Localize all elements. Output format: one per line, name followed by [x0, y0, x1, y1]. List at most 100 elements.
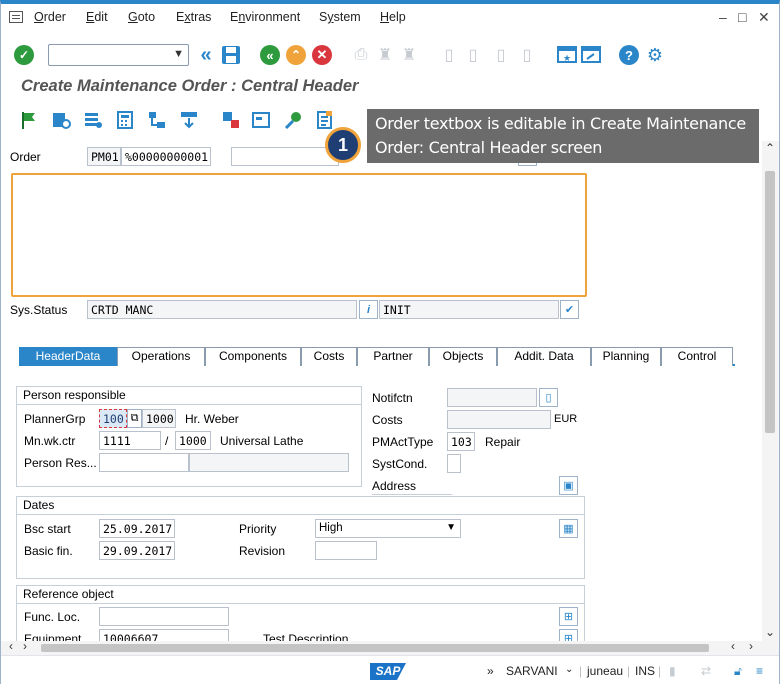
- download-icon[interactable]: [179, 110, 199, 130]
- equipment-structure-icon[interactable]: ⊞: [559, 629, 578, 641]
- revision-field[interactable]: [315, 541, 377, 560]
- settings-gear-icon[interactable]: ⚙: [645, 44, 665, 66]
- planner-grp-label: PlannerGrp: [24, 412, 86, 426]
- tab-components[interactable]: Components: [205, 347, 301, 366]
- release-settings-icon[interactable]: [51, 110, 71, 130]
- tab-operations[interactable]: Operations: [117, 347, 205, 366]
- sap-logo: SAP: [370, 663, 406, 680]
- system-name[interactable]: SARVANI: [506, 664, 558, 678]
- menu-edit[interactable]: Edit: [86, 10, 108, 24]
- shortcut-icon[interactable]: [581, 45, 601, 65]
- bsc-start-field[interactable]: 25.09.2017: [99, 519, 175, 538]
- tab-partner[interactable]: Partner: [357, 347, 429, 366]
- vertical-scroll-thumb[interactable]: [765, 171, 775, 433]
- layout-icon[interactable]: [251, 110, 271, 130]
- equipment-label: Equipment: [24, 632, 82, 641]
- connection-icon: ⇄: [701, 664, 712, 678]
- system-toolbar: ✓ ▼ « « ⌃ ✕ ⎙ ♜ ♜ ▯ ▯ ▯ ▯ ★ ? ⚙: [1, 38, 779, 72]
- vertical-scrollbar[interactable]: ⌃ ⌄: [762, 141, 779, 641]
- scroll-up-icon[interactable]: ⌃: [765, 141, 775, 155]
- scroll-down-icon[interactable]: ⌄: [765, 625, 775, 639]
- double-chevron-left-icon[interactable]: «: [197, 44, 215, 66]
- structure-icon[interactable]: [147, 110, 167, 130]
- syst-cond-field[interactable]: [447, 454, 461, 473]
- func-loc-field[interactable]: [99, 607, 229, 626]
- menu-environment[interactable]: Environment: [230, 10, 300, 24]
- equipment-field[interactable]: 10006607: [99, 629, 229, 641]
- help-icon[interactable]: ?: [619, 45, 639, 65]
- document-list-icon[interactable]: [315, 110, 335, 130]
- tab-headerdata[interactable]: HeaderData: [19, 347, 117, 366]
- create-session-icon[interactable]: ★: [557, 45, 577, 65]
- order-text-editor[interactable]: [11, 173, 587, 297]
- mn-wk-ctr-field[interactable]: 1111: [99, 431, 161, 450]
- copy-icon[interactable]: ⧉: [127, 409, 142, 428]
- chevron-down-icon: ▼: [446, 522, 456, 533]
- info-icon[interactable]: i: [359, 300, 378, 319]
- command-field[interactable]: ▼: [48, 44, 189, 66]
- scroll-right-icon[interactable]: ›: [749, 639, 753, 653]
- menu-goto[interactable]: Goto: [128, 10, 155, 24]
- mn-wk-ctr-plant-field[interactable]: 1000: [175, 431, 211, 450]
- menu-order[interactable]: Order: [34, 10, 66, 24]
- hierarchy-icon[interactable]: ⊞: [559, 607, 578, 626]
- save-icon[interactable]: [221, 45, 241, 65]
- costs-label: Costs: [372, 413, 403, 427]
- lock-icon[interactable]: 🔓︎: [734, 664, 742, 679]
- tab-addit-data[interactable]: Addit. Data: [497, 347, 591, 366]
- app-menu-icon[interactable]: [9, 11, 23, 23]
- callout-annotation: Order textbox is editable in Create Main…: [367, 109, 759, 163]
- cancel-icon[interactable]: ✕: [312, 45, 332, 65]
- tab-costs[interactable]: Costs: [301, 347, 357, 366]
- scroll-right-small-icon[interactable]: ›: [23, 639, 27, 653]
- order-short-text-field[interactable]: [231, 147, 339, 166]
- exit-icon[interactable]: ⌃: [286, 45, 306, 65]
- menu-lines-icon[interactable]: ≡: [756, 664, 763, 678]
- flag-icon[interactable]: [19, 110, 39, 130]
- status-bar: SAP » SARVANI ⌄ | juneau | INS | ▮ ⇄ 🔓︎ …: [1, 655, 779, 684]
- status-expand-icon[interactable]: »: [487, 664, 494, 678]
- mn-wk-ctr-label: Mn.wk.ctr: [24, 434, 76, 448]
- minimize-button[interactable]: –: [719, 9, 727, 25]
- menu-help[interactable]: Help: [380, 10, 406, 24]
- insert-mode[interactable]: INS: [635, 664, 655, 678]
- pmact-field[interactable]: 103: [447, 432, 475, 451]
- permit-icon[interactable]: [221, 110, 241, 130]
- page-title: Create Maintenance Order : Central Heade…: [21, 77, 359, 95]
- calculator-icon[interactable]: [115, 110, 135, 130]
- basic-fin-field[interactable]: 29.09.2017: [99, 541, 175, 560]
- check-key-icon[interactable]: [283, 110, 303, 130]
- person-res-field[interactable]: [99, 453, 189, 472]
- priority-select[interactable]: High ▼: [315, 519, 461, 538]
- list-settings-icon[interactable]: [83, 110, 103, 130]
- basic-fin-label: Basic fin.: [24, 544, 73, 558]
- close-window-button[interactable]: ✕: [758, 9, 770, 26]
- back-icon[interactable]: «: [260, 45, 280, 65]
- order-type-field: PM01: [87, 147, 121, 166]
- enter-check-icon[interactable]: ✓: [14, 45, 34, 65]
- scheduling-icon[interactable]: ▦: [559, 519, 578, 538]
- planner-grp-field[interactable]: 100: [99, 409, 127, 428]
- tab-planning[interactable]: Planning: [591, 347, 661, 366]
- svg-text:★: ★: [563, 53, 571, 63]
- tab-strip: HeaderData Operations Components Costs P…: [19, 347, 735, 366]
- horizontal-scroll-thumb[interactable]: [41, 644, 709, 652]
- scroll-left-end-icon[interactable]: ‹: [731, 639, 735, 653]
- address-icon[interactable]: ▣: [559, 476, 578, 495]
- tab-control[interactable]: Control: [661, 347, 733, 366]
- costs-currency: EUR: [554, 413, 578, 425]
- find-icon: ♜: [377, 47, 393, 64]
- horizontal-scrollbar[interactable]: ‹ › ‹ ›: [1, 639, 779, 655]
- notification-doc-icon[interactable]: ▯: [539, 388, 558, 407]
- tab-objects[interactable]: Objects: [429, 347, 497, 366]
- order-number-field[interactable]: %00000000001: [121, 147, 211, 166]
- chevron-down-icon[interactable]: ⌄: [565, 664, 573, 675]
- menu-system[interactable]: System: [319, 10, 361, 24]
- sap-window: Order Edit Goto Extras Environment Syste…: [0, 0, 780, 684]
- maximize-button[interactable]: □: [738, 9, 746, 25]
- scroll-left-icon[interactable]: ‹: [9, 639, 13, 653]
- menu-extras[interactable]: Extras: [176, 10, 211, 24]
- notifctn-label: Notifctn: [372, 391, 413, 405]
- mn-wk-ctr-separator: /: [165, 434, 169, 448]
- status-check-icon[interactable]: ✔: [560, 300, 579, 319]
